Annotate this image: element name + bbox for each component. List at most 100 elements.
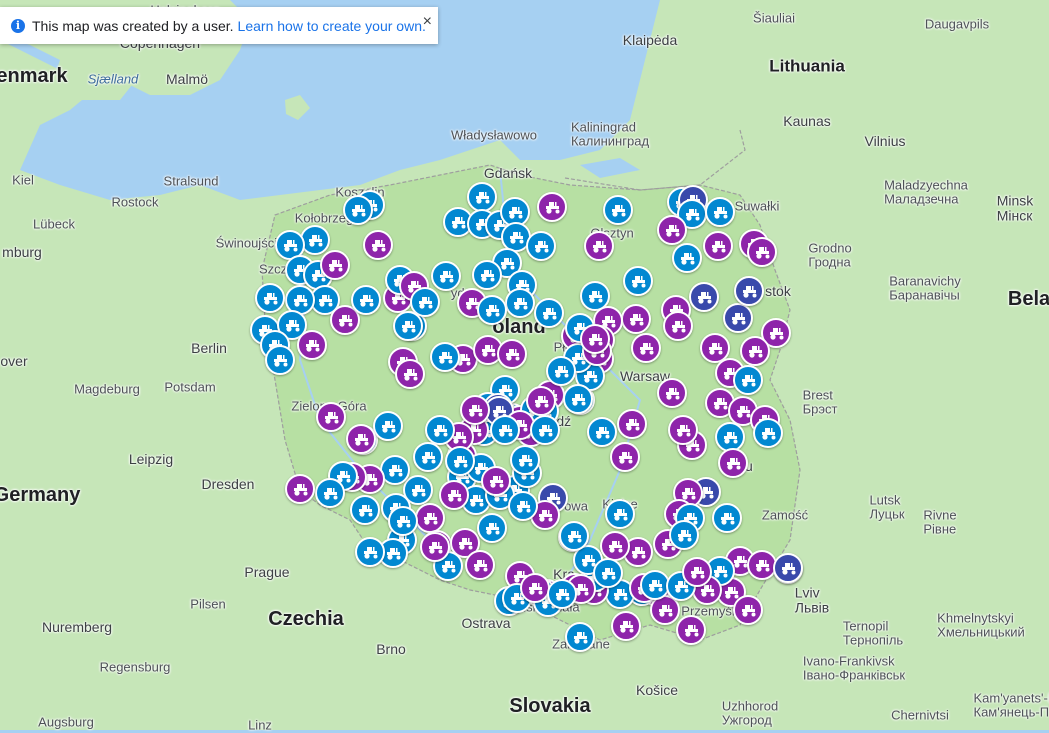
farm-marker[interactable] xyxy=(546,356,576,386)
tractor-icon xyxy=(753,245,771,259)
farm-marker[interactable] xyxy=(537,192,567,222)
tractor-icon xyxy=(379,419,397,433)
farm-marker[interactable] xyxy=(445,446,475,476)
farm-marker[interactable] xyxy=(559,521,589,551)
tractor-icon xyxy=(514,499,532,513)
farm-marker[interactable] xyxy=(672,243,702,273)
farm-marker[interactable] xyxy=(300,225,330,255)
farm-marker[interactable] xyxy=(467,182,497,212)
farm-marker[interactable] xyxy=(605,499,635,529)
learn-more-link[interactable]: Learn how to create your own. xyxy=(238,18,426,34)
farm-marker[interactable] xyxy=(363,230,393,260)
tractor-icon xyxy=(532,239,550,253)
farm-marker[interactable] xyxy=(320,250,350,280)
farm-marker[interactable] xyxy=(351,285,381,315)
farm-marker[interactable] xyxy=(460,395,490,425)
farm-marker[interactable] xyxy=(705,197,735,227)
farm-marker[interactable] xyxy=(682,557,712,587)
farm-marker[interactable] xyxy=(430,342,460,372)
tractor-icon xyxy=(739,603,757,617)
farm-marker[interactable] xyxy=(526,231,556,261)
farm-marker[interactable] xyxy=(285,474,315,504)
farm-marker[interactable] xyxy=(565,622,595,652)
farm-marker[interactable] xyxy=(490,415,520,445)
farm-marker[interactable] xyxy=(663,311,693,341)
tractor-icon xyxy=(487,474,505,488)
farm-marker[interactable] xyxy=(712,503,742,533)
farm-marker[interactable] xyxy=(355,537,385,567)
farm-marker[interactable] xyxy=(580,324,610,354)
farm-marker[interactable] xyxy=(477,295,507,325)
farm-marker[interactable] xyxy=(315,478,345,508)
close-icon[interactable]: × xyxy=(423,14,432,30)
farm-marker[interactable] xyxy=(753,418,783,448)
farm-marker[interactable] xyxy=(623,266,653,296)
farm-marker[interactable] xyxy=(689,282,719,312)
farm-marker[interactable] xyxy=(265,345,295,375)
farm-marker[interactable] xyxy=(393,311,423,341)
farm-marker[interactable] xyxy=(508,491,538,521)
farm-marker[interactable] xyxy=(425,415,455,445)
farm-marker[interactable] xyxy=(465,550,495,580)
farm-marker[interactable] xyxy=(350,495,380,525)
farm-marker[interactable] xyxy=(526,386,556,416)
farm-marker[interactable] xyxy=(505,288,535,318)
farm-marker[interactable] xyxy=(603,195,633,225)
farm-marker[interactable] xyxy=(723,303,753,333)
farm-marker[interactable] xyxy=(676,615,706,645)
farm-marker[interactable] xyxy=(520,573,550,603)
farm-marker[interactable] xyxy=(657,215,687,245)
tractor-icon xyxy=(637,341,655,355)
farm-marker[interactable] xyxy=(733,595,763,625)
farm-marker[interactable] xyxy=(610,442,640,472)
farm-marker[interactable] xyxy=(481,466,511,496)
farm-marker[interactable] xyxy=(773,553,803,583)
tractor-icon xyxy=(706,341,724,355)
farm-marker[interactable] xyxy=(611,611,641,641)
farm-marker[interactable] xyxy=(472,260,502,290)
farm-marker[interactable] xyxy=(255,283,285,313)
farm-marker[interactable] xyxy=(733,365,763,395)
farm-marker[interactable] xyxy=(477,513,507,543)
farm-marker[interactable] xyxy=(617,409,647,439)
farm-marker[interactable] xyxy=(413,442,443,472)
farm-marker[interactable] xyxy=(415,503,445,533)
farm-marker[interactable] xyxy=(439,480,469,510)
farm-marker[interactable] xyxy=(631,333,661,363)
farm-marker[interactable] xyxy=(373,411,403,441)
farm-marker[interactable] xyxy=(297,330,327,360)
farm-marker[interactable] xyxy=(534,298,564,328)
farm-marker[interactable] xyxy=(734,276,764,306)
farm-marker[interactable] xyxy=(530,415,560,445)
farm-marker[interactable] xyxy=(420,532,450,562)
tractor-icon xyxy=(536,423,554,437)
farm-marker[interactable] xyxy=(593,558,623,588)
farm-marker[interactable] xyxy=(657,378,687,408)
label-text: Khmelnytskyi xyxy=(937,611,1014,626)
tractor-icon xyxy=(384,546,402,560)
farm-marker[interactable] xyxy=(395,359,425,389)
farm-marker[interactable] xyxy=(343,195,373,225)
tractor-icon xyxy=(445,488,463,502)
farm-marker[interactable] xyxy=(703,231,733,261)
farm-marker[interactable] xyxy=(587,417,617,447)
farm-marker[interactable] xyxy=(497,339,527,369)
farm-marker[interactable] xyxy=(316,402,346,432)
farm-marker[interactable] xyxy=(584,231,614,261)
farm-marker[interactable] xyxy=(669,520,699,550)
farm-marker[interactable] xyxy=(600,531,630,561)
farm-marker[interactable] xyxy=(747,237,777,267)
farm-marker[interactable] xyxy=(718,448,748,478)
farm-marker[interactable] xyxy=(388,506,418,536)
farm-marker[interactable] xyxy=(563,384,593,414)
label-text: Germany xyxy=(0,484,80,506)
farm-marker[interactable] xyxy=(621,304,651,334)
farm-marker[interactable] xyxy=(740,336,770,366)
label-text: Pilsen xyxy=(190,597,225,612)
farm-marker[interactable] xyxy=(668,415,698,445)
farm-marker[interactable] xyxy=(547,579,577,609)
tractor-icon xyxy=(571,630,589,644)
farm-marker[interactable] xyxy=(346,424,376,454)
farm-marker[interactable] xyxy=(431,261,461,291)
farm-marker[interactable] xyxy=(510,445,540,475)
